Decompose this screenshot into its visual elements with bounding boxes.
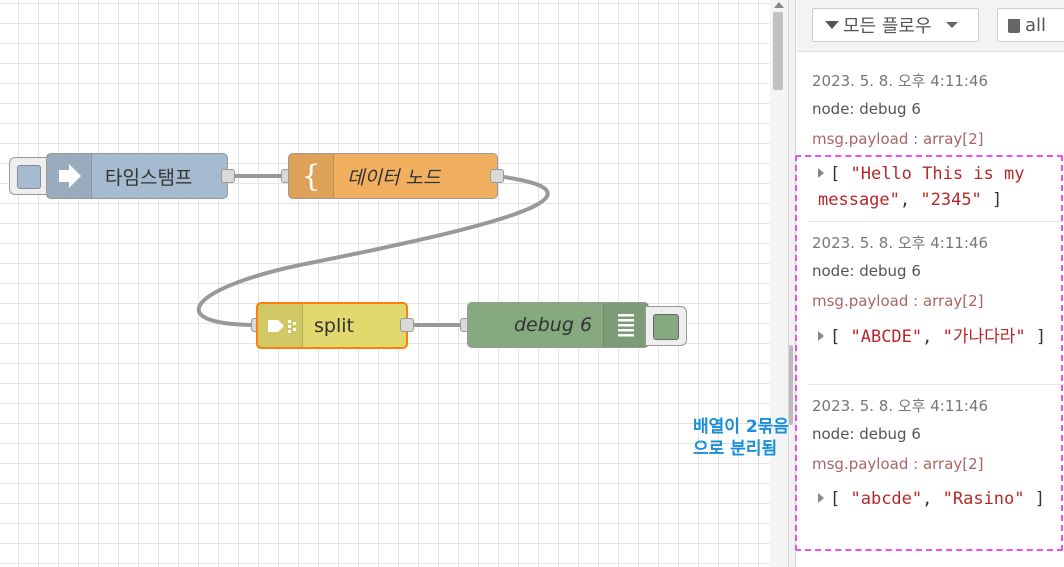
inject-output-port[interactable] bbox=[221, 169, 235, 183]
trash-icon bbox=[1008, 19, 1020, 33]
split-node-label: split bbox=[314, 314, 354, 337]
split-output-port[interactable] bbox=[400, 318, 414, 332]
annotation-line: 배열이 2묶음 bbox=[693, 417, 789, 437]
split-icon bbox=[258, 304, 303, 347]
template-node-label: 데이터 노드 bbox=[347, 166, 441, 189]
debug-toggle-button[interactable] bbox=[645, 306, 687, 346]
inject-node[interactable]: 타임스탬프 bbox=[46, 153, 228, 199]
filter-dropdown[interactable]: 모든 플로우 bbox=[812, 8, 979, 42]
chevron-down-icon bbox=[945, 22, 958, 28]
clear-label: all bbox=[1025, 14, 1047, 36]
message-node[interactable]: node: debug 6 bbox=[812, 100, 921, 118]
debug-node[interactable]: debug 6 bbox=[467, 302, 649, 348]
brace-icon: { bbox=[289, 154, 334, 198]
inject-button[interactable] bbox=[9, 157, 51, 195]
workspace-scrollbar[interactable] bbox=[770, 0, 788, 567]
debug-toggle-square bbox=[653, 314, 679, 340]
scroll-up-icon[interactable] bbox=[774, 2, 784, 8]
annotation-text: 배열이 2묶음 으로 분리됨 bbox=[693, 416, 789, 460]
debug-node-label: debug 6 bbox=[514, 314, 593, 336]
flow-wires bbox=[196, 174, 550, 327]
list-icon bbox=[603, 303, 648, 347]
inject-button-square bbox=[17, 165, 41, 189]
message-topic: msg.payload : array[2] bbox=[812, 130, 984, 148]
filter-icon bbox=[825, 21, 839, 29]
template-output-port[interactable] bbox=[490, 169, 504, 183]
filter-label: 모든 플로우 bbox=[843, 16, 932, 37]
divider-grip[interactable] bbox=[789, 345, 793, 425]
annotation-line: 으로 분리됨 bbox=[693, 439, 778, 459]
debug-toolbar: 모든 플로우 all bbox=[797, 0, 1064, 52]
arrow-in-icon bbox=[47, 154, 92, 198]
message-date: 2023. 5. 8. 오후 4:11:46 bbox=[812, 72, 989, 90]
clear-all-button[interactable]: all bbox=[997, 8, 1064, 42]
annotation-highlight-box bbox=[795, 155, 1063, 551]
inject-node-label: 타임스탬프 bbox=[105, 166, 193, 189]
scrollbar-thumb[interactable] bbox=[773, 12, 783, 90]
template-node[interactable]: { 데이터 노드 bbox=[288, 153, 498, 199]
split-node[interactable]: split bbox=[256, 302, 408, 349]
